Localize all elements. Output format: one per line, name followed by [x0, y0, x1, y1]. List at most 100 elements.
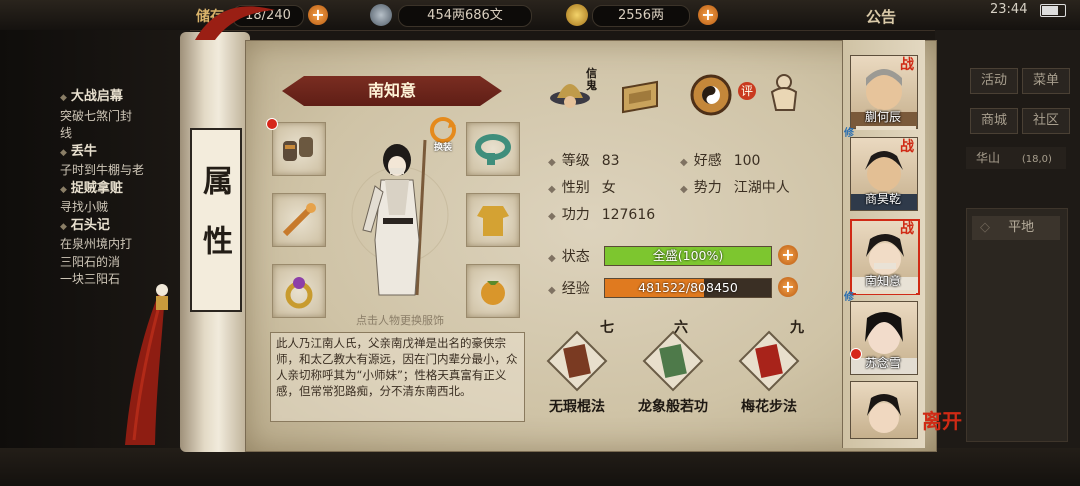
character-description: 此人乃江南人氏，父亲南戊禅是出名的豪侠宗师，和太乙教大有源远，因在门内辈分最小，…	[270, 332, 525, 422]
activity-button[interactable]: 活动	[970, 68, 1018, 94]
silver-ingot-icon	[370, 4, 392, 26]
robe-icon	[477, 206, 509, 236]
inner-skill-manual-icon[interactable]	[642, 330, 704, 392]
footwork-manual-icon[interactable]	[738, 330, 800, 392]
gender-stat: 性别女	[548, 177, 616, 197]
party-member-name: 南知意	[864, 274, 901, 288]
pouch-icon	[481, 281, 505, 305]
alert-dot	[850, 348, 862, 360]
tassel-decoration	[125, 284, 168, 445]
avatar	[867, 394, 901, 433]
scarf-icon	[475, 134, 511, 165]
level-label: 等级	[561, 153, 590, 169]
in-battle-badge: 战	[900, 139, 914, 155]
ring-icon	[285, 277, 313, 309]
skill-name: 梅花步法	[741, 399, 797, 415]
review-badge[interactable]: 评	[738, 82, 756, 100]
scroll-box-icon[interactable]	[617, 72, 663, 118]
favor-value: 100	[733, 153, 761, 169]
battery-icon	[1040, 4, 1066, 17]
shop-button[interactable]: 商城	[970, 108, 1018, 134]
scroll-label-text: 属性	[197, 165, 232, 285]
minimap-panel	[966, 208, 1068, 442]
swap-outfit-label: 换装	[433, 143, 452, 153]
stat-icon-label: 信鬼	[586, 67, 597, 92]
clock: 23:44	[990, 2, 1028, 17]
quest-item[interactable]: 石头记 在泉州境内打 三阳石的消 一块三阳石	[60, 217, 180, 289]
status-bar: 全盛(100%)	[604, 246, 772, 266]
status-add-button[interactable]: +	[778, 245, 798, 265]
party-member[interactable]	[850, 381, 918, 439]
party-member-name: 商昊乾	[864, 192, 901, 206]
faction-stat: 势力江湖中人	[680, 177, 790, 197]
equip-slot-gloves[interactable]	[272, 122, 326, 176]
level-value: 83	[601, 153, 620, 169]
quest-title: 丢牛	[60, 143, 180, 163]
quest-title: 石头记	[60, 217, 180, 237]
status-text: 全盛(100%)	[652, 248, 724, 263]
equip-slot-accessory[interactable]	[466, 264, 520, 318]
quest-desc: 子时到牛棚与老	[60, 163, 145, 177]
staff-manual-icon[interactable]	[546, 330, 608, 392]
equip-slot-armor[interactable]	[466, 193, 520, 247]
quest-desc: 寻找小贼	[60, 200, 109, 214]
skill-name: 龙象般若功	[638, 399, 708, 415]
silver-amount: 454两686文	[398, 5, 532, 27]
party-member-bar	[856, 126, 916, 130]
outfit-hint: 点击人物更换服饰	[356, 314, 444, 327]
terrain-label: ◇ 平地	[972, 216, 1060, 240]
quest-desc: 线	[60, 126, 73, 140]
location-coord: (18,0)	[1021, 154, 1052, 165]
gold-amount: 2556两	[592, 5, 690, 27]
gender-value: 女	[601, 180, 616, 196]
level-stat: 等级 83	[548, 150, 620, 170]
in-battle-badge: 战	[900, 57, 914, 73]
faction-label: 势力	[693, 180, 722, 196]
power-value: 127616	[601, 207, 656, 223]
figure-icon[interactable]	[762, 70, 808, 116]
quest-item[interactable]: 大战启幕 突破七煞门封 线	[60, 88, 180, 143]
gender-label: 性别	[561, 180, 590, 196]
quest-title: 大战启幕	[60, 88, 180, 108]
location-label: 华山 (18,0)	[966, 147, 1066, 169]
location-name: 华山	[976, 151, 1001, 165]
top-resource-bar	[0, 0, 1080, 31]
menu-button[interactable]: 菜单	[1022, 68, 1070, 94]
taiji-icon[interactable]	[688, 72, 734, 118]
red-ribbon-decoration	[195, 6, 275, 40]
equip-slot-ring[interactable]	[272, 264, 326, 318]
bottom-toolbar	[0, 448, 1080, 486]
skill-name: 无瑕棍法	[549, 399, 605, 415]
quest-desc: 在泉州境内打	[60, 237, 133, 251]
notice-button[interactable]: 公告	[866, 6, 896, 27]
quest-desc: 三阳石的消	[60, 254, 121, 269]
leave-button[interactable]: 离开	[922, 405, 962, 434]
exp-add-button[interactable]: +	[778, 277, 798, 297]
favor-stat: 好感 100	[680, 150, 761, 170]
bag-add-button[interactable]: +	[308, 5, 328, 25]
exp-label: 经验	[548, 278, 590, 298]
terrain-name: 平地	[1008, 220, 1035, 235]
community-button[interactable]: 社区	[1022, 108, 1070, 134]
quest-title: 捉贼拿赃	[60, 180, 180, 200]
staff-icon	[282, 203, 316, 237]
equip-slot-scarf[interactable]	[466, 122, 520, 176]
scroll-label: 属性	[190, 128, 242, 312]
quest-list: 大战启幕 突破七煞门封 线 丢牛 子时到牛棚与老 捉贼拿赃 寻找小贼 石头记 在…	[60, 88, 180, 289]
gold-add-button[interactable]: +	[698, 5, 718, 25]
quest-desc: 突破七煞门封	[60, 108, 133, 123]
exp-text: 481522/808450	[638, 280, 738, 295]
exp-bar: 481522/808450	[604, 278, 772, 298]
name-banner: 南知意 评	[282, 76, 756, 106]
gold-ingot-icon	[566, 4, 588, 26]
equip-slot-weapon[interactable]	[272, 193, 326, 247]
quest-item[interactable]: 捉贼拿赃 寻找小贼	[60, 180, 180, 217]
gloves-icon	[283, 137, 313, 161]
character-name: 南知意	[367, 81, 416, 100]
favor-label: 好感	[693, 153, 722, 169]
power-stat: 功力 127616	[548, 204, 655, 224]
in-battle-badge: 战	[900, 221, 914, 237]
status-label: 状态	[548, 246, 590, 266]
faction-value: 江湖中人	[733, 180, 790, 196]
quest-item[interactable]: 丢牛 子时到牛棚与老	[60, 143, 180, 180]
